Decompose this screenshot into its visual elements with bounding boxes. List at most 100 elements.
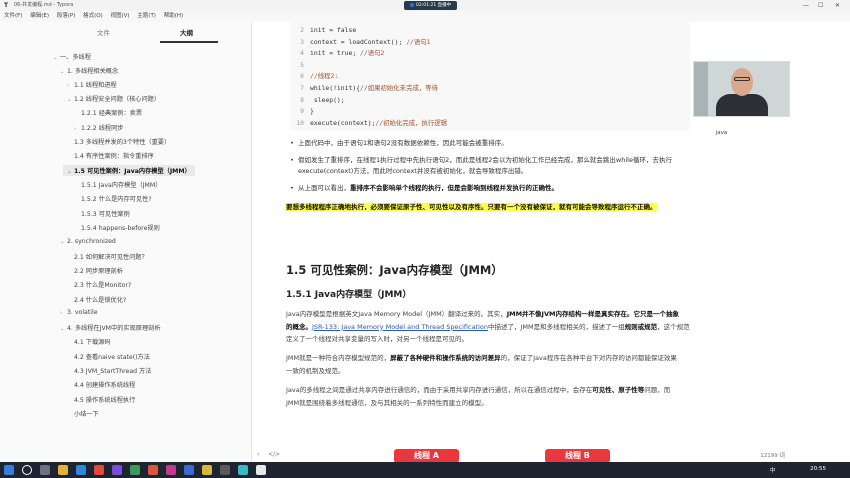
recording-badge[interactable]: 02:01:21 直播中 — [404, 1, 458, 10]
menu-help[interactable]: 帮助(H) — [164, 11, 183, 22]
outline-item[interactable]: 1.3 多线程并发的3个特性（重要） — [67, 137, 170, 146]
recording-text: 02:01:21 直播中 — [416, 3, 452, 8]
menu-file[interactable]: 文件(F) — [4, 11, 22, 22]
app-icon[interactable] — [184, 465, 194, 475]
outline-item[interactable]: ⌄ 一、多线程 — [53, 52, 91, 61]
chevron-down-icon[interactable]: ⌄ — [60, 69, 67, 75]
app-icon[interactable] — [130, 465, 140, 475]
app-icon[interactable] — [112, 465, 122, 475]
outline-item[interactable]: 1.5.1 Java内存模型（JMM） — [74, 180, 161, 189]
tab-files[interactable]: 文件 — [97, 27, 110, 37]
outline-item[interactable]: 2.1 如何解决可见性问题？ — [67, 252, 148, 261]
outline-item[interactable]: › 1.2.2 线程同步 — [74, 123, 123, 132]
outline-item[interactable]: ⌄ 1.2 线程安全问题（核心问题） — [67, 94, 160, 103]
outline-item[interactable]: 1.5.2 什么是内存可见性? — [74, 194, 152, 203]
outline-item[interactable]: 1.5.4 happens-before规则 — [74, 223, 160, 232]
sidebar-toggle-icon[interactable]: ‹ — [257, 451, 259, 458]
code-line[interactable]: 6 //线程2: — [290, 71, 338, 82]
close-button[interactable]: ✕ — [835, 0, 840, 11]
outline-item[interactable]: 小结一下 — [67, 409, 99, 418]
outline-item[interactable]: › 1.1 线程和进程 — [67, 80, 117, 89]
outline-item[interactable]: 4.1 下载源码 — [67, 337, 111, 346]
app-icon[interactable] — [148, 465, 158, 475]
outline-item[interactable]: ⌄ 4. 多线程在JVM中的实现原理剖析 — [60, 323, 161, 332]
tab-outline[interactable]: 大纲 — [180, 27, 193, 37]
outline-item[interactable]: ⌄ 2. synchronized — [60, 238, 116, 245]
outline-item-label: 1.1 线程和进程 — [74, 82, 117, 89]
outline-item[interactable]: ⌄ 1. 多线程相关概念 — [60, 66, 118, 75]
outline-item[interactable]: 4.5 操作系统线程执行 — [67, 395, 135, 404]
menu-edit[interactable]: 编辑(E) — [30, 11, 49, 22]
taskbar-clock[interactable]: 20:55 — [810, 466, 826, 472]
chevron-down-icon[interactable]: ⌄ — [60, 326, 67, 332]
menu-format[interactable]: 格式(O) — [83, 11, 103, 22]
search-icon[interactable] — [22, 465, 32, 475]
app-icon[interactable] — [220, 465, 230, 475]
file-explorer-icon[interactable] — [58, 465, 68, 475]
code-line[interactable]: 10 execute(context);//初始化完成，执行逻辑 — [290, 118, 447, 129]
app-icon[interactable] — [238, 465, 248, 475]
code-comment: //语句1 — [406, 37, 431, 46]
code-text: sleep(); — [310, 95, 345, 104]
chevron-down-icon[interactable]: ⌄ — [67, 97, 74, 103]
app-icon[interactable] — [76, 465, 86, 475]
code-line[interactable]: 4 init = true; //语句2 — [290, 48, 384, 59]
outline-item-label: 4.2 查看naive state()方法 — [74, 354, 150, 361]
code-line[interactable]: 2 init = false — [290, 25, 356, 36]
app-icon[interactable] — [94, 465, 104, 475]
jsr133-link[interactable]: JSR-133: Java Memory Model and Thread Sp… — [312, 323, 488, 331]
outline-item-label: 4.3 JVM_StartThread 方法 — [74, 368, 152, 375]
menu-theme[interactable]: 主题(T) — [137, 11, 156, 22]
outline-item[interactable]: 4.2 查看naive state()方法 — [67, 352, 150, 361]
code-line[interactable]: 9} — [290, 106, 314, 117]
outline-item-label: 2.3 什么是Monitor? — [74, 282, 132, 289]
code-text: } — [310, 107, 314, 116]
app-icon[interactable] — [202, 465, 212, 475]
active-tab-underline — [160, 41, 218, 43]
app-icon[interactable] — [166, 465, 176, 475]
outline-item[interactable]: › 3. volatile — [60, 309, 98, 316]
chevron-right-icon[interactable]: › — [60, 310, 67, 316]
chevron-down-icon[interactable]: ⌄ — [60, 239, 67, 245]
source-code-mode-icon[interactable]: </> — [268, 451, 280, 458]
outline-item[interactable]: 2.4 什么是锁优化? — [67, 295, 126, 304]
sidebar: 文件 大纲 ⌄ 一、多线程 ⌄ 1. 多线程相关概念 › 1.1 线程和进程 ⌄ 1.2 线程… — [0, 22, 252, 462]
menu-bar: 文件(F) 编辑(E) 段落(P) 格式(O) 视图(V) 主题(T) 帮助(H… — [0, 11, 850, 22]
chevron-right-icon[interactable]: › — [74, 126, 81, 132]
list-item: 上面代码中，由于语句1和语句2没有数据依赖性，因此可能会被重排序。 — [290, 138, 768, 149]
thread-a-button[interactable]: 线程 A — [394, 449, 459, 463]
line-number: 2 — [300, 26, 304, 34]
code-line[interactable]: 5 — [290, 60, 310, 71]
windows-start-icon[interactable] — [4, 465, 14, 475]
typora-taskbar-icon[interactable] — [256, 465, 266, 475]
code-text: init = false — [310, 26, 357, 34]
chevron-down-icon[interactable]: ⌄ — [53, 55, 60, 61]
outline-item[interactable]: 1.4 有序性案例：指令重排序 — [67, 151, 154, 160]
code-line[interactable]: 8 sleep(); — [290, 95, 345, 106]
outline-item[interactable]: 2.2 同步原理剖析 — [67, 266, 123, 275]
section-heading: 1.5 可见性案例：Java内存模型（JMM） — [286, 263, 503, 277]
task-view-icon[interactable] — [40, 465, 50, 475]
outline-item-label: 1. 多线程相关概念 — [67, 68, 119, 75]
outline-item[interactable]: 2.3 什么是Monitor? — [67, 280, 131, 289]
word-count[interactable]: 12199 词 — [760, 451, 785, 459]
chevron-right-icon[interactable]: › — [67, 83, 74, 89]
thread-b-button[interactable]: 线程 B — [545, 449, 610, 463]
code-line[interactable]: 3 context = loadContext(); //语句1 — [290, 37, 431, 48]
line-number: 10 — [296, 118, 304, 127]
minimize-button[interactable]: — — [803, 0, 809, 11]
code-line[interactable]: 7 while(!init){//如果初始化未完成，等待 — [290, 83, 438, 94]
outline-item[interactable]: 1.5.3 可见性案例 — [74, 209, 130, 218]
language-indicator[interactable]: 中 — [770, 466, 776, 474]
menu-paragraph[interactable]: 段落(P) — [57, 11, 76, 22]
outline-item[interactable]: ⌄ 1.5 可见性案例：Java内存模型（JMM） — [63, 165, 195, 176]
outline-item[interactable]: 4.3 JVM_StartThread 方法 — [67, 366, 151, 375]
chevron-down-icon[interactable]: ⌄ — [67, 169, 74, 175]
outline-item[interactable]: 4.4 创建操作系统线程 — [67, 380, 135, 389]
menu-view[interactable]: 视图(V) — [110, 11, 129, 22]
outline-item-label: 4.4 创建操作系统线程 — [74, 382, 136, 389]
list-item: 从上面可以看出，重排序不会影响单个线程的执行，但是会影响到线程并发执行的正确性。 — [290, 183, 768, 194]
maximize-button[interactable]: ☐ — [818, 0, 823, 11]
outline-item[interactable]: 1.2.1 经典案例：卖票 — [74, 108, 142, 117]
code-block[interactable]: 2 init = false 3 context = loadContext(); /… — [290, 22, 690, 130]
